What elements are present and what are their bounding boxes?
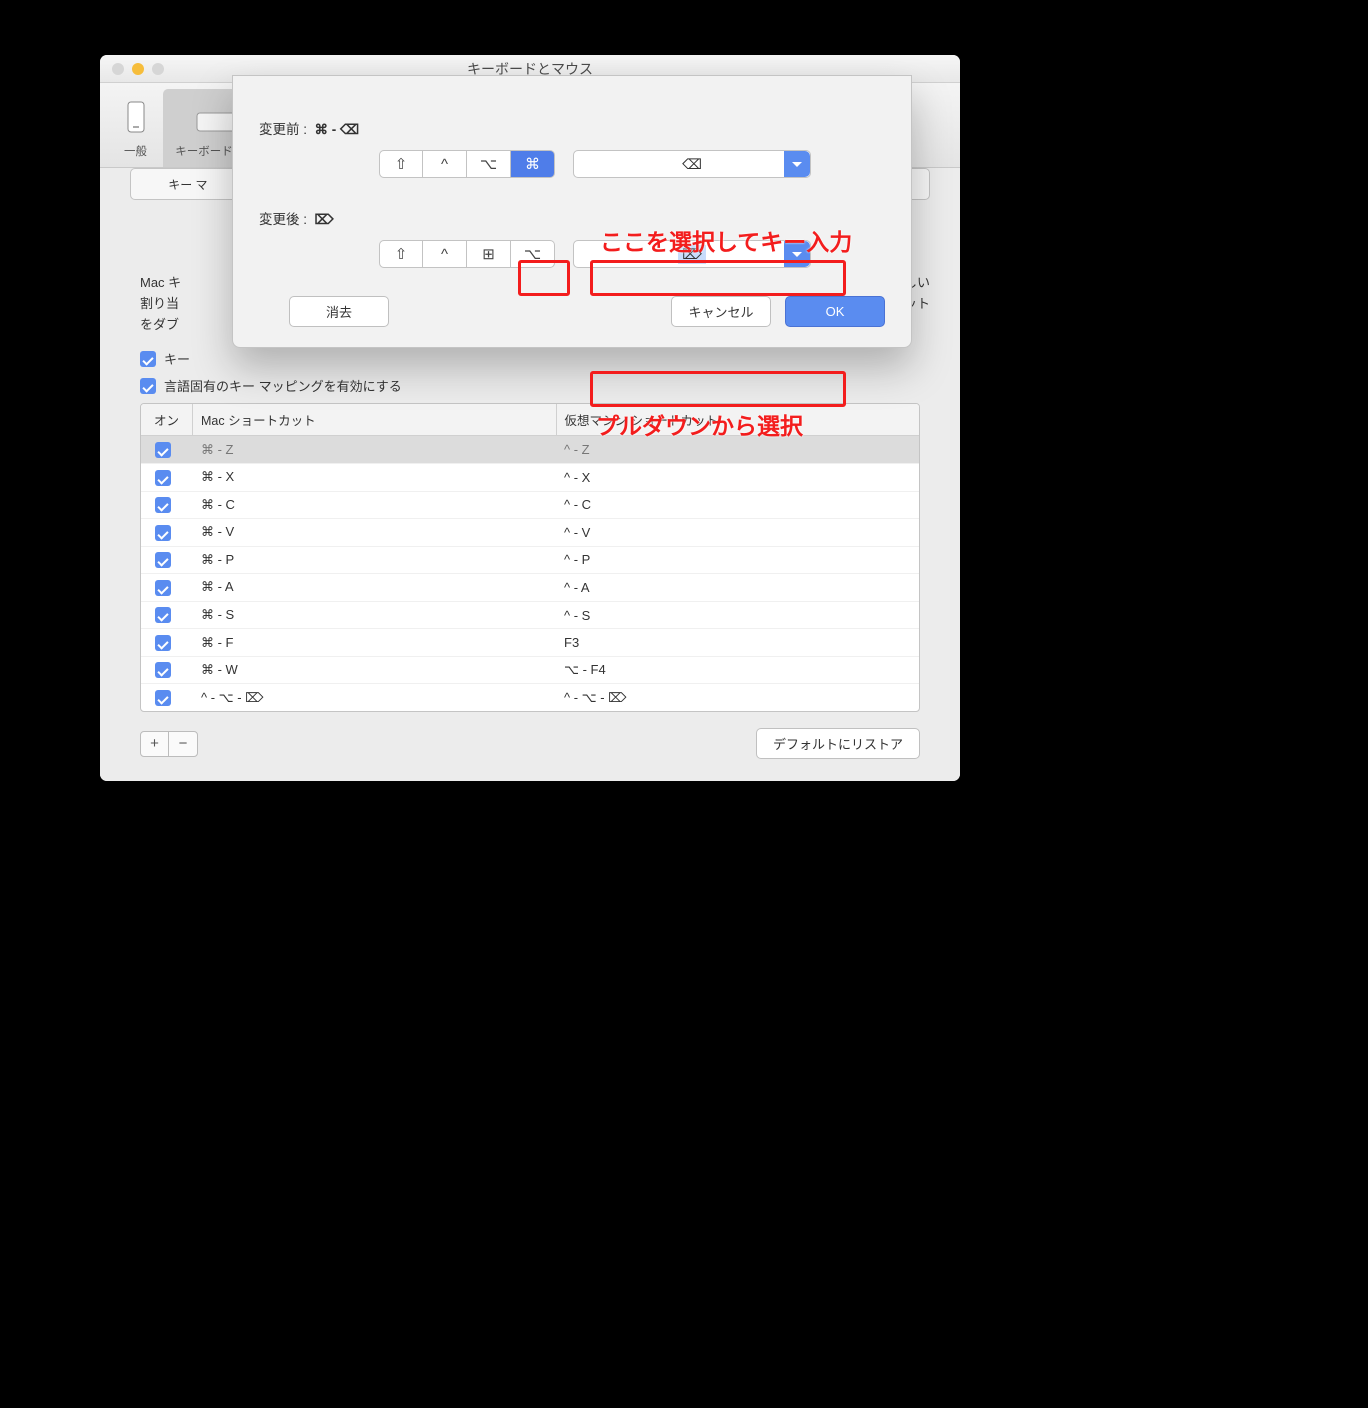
- row-mac: ⌘ - W: [193, 662, 556, 678]
- table-row[interactable]: ⌘ - X^ - X: [141, 464, 919, 492]
- mod-shift[interactable]: ⇧: [379, 150, 423, 178]
- check-row-1[interactable]: キー: [140, 349, 930, 368]
- row-mac: ⌘ - V: [193, 524, 556, 540]
- table-row[interactable]: ⌘ - C^ - C: [141, 492, 919, 520]
- row-vm: ^ - ⌥ - ⌦: [556, 690, 919, 706]
- row-vm: ^ - S: [556, 608, 919, 623]
- chevron-down-icon[interactable]: [784, 151, 810, 177]
- mod-opt[interactable]: ⌥: [511, 240, 555, 268]
- row-checkbox[interactable]: [141, 497, 193, 514]
- after-modifier-row: ⇧ ^ ⊞ ⌥ ⌦: [379, 240, 885, 268]
- row-vm: ^ - A: [556, 580, 919, 595]
- row-checkbox[interactable]: [141, 469, 193, 486]
- mod-opt[interactable]: ⌥: [467, 150, 511, 178]
- remove-button[interactable]: −: [169, 732, 197, 756]
- clear-button[interactable]: 消去: [289, 296, 389, 327]
- after-label: 変更後 : ⌦: [259, 208, 885, 228]
- row-checkbox[interactable]: [141, 607, 193, 624]
- tab-seg-left[interactable]: キー マ: [131, 169, 246, 199]
- row-mac: ^ - ⌥ - ⌦: [193, 690, 556, 706]
- col-vm[interactable]: 仮想マシン ショートカット: [557, 404, 920, 435]
- row-checkbox[interactable]: [141, 441, 193, 458]
- row-vm: ⌥ - F4: [556, 662, 919, 678]
- table-row[interactable]: ⌘ - V^ - V: [141, 519, 919, 547]
- row-checkbox[interactable]: [141, 552, 193, 569]
- checkbox-icon[interactable]: [140, 351, 156, 367]
- table-row[interactable]: ⌘ - FF3: [141, 629, 919, 657]
- check-row-2[interactable]: 言語固有のキー マッピングを有効にする: [140, 376, 930, 395]
- mod-shift[interactable]: ⇧: [379, 240, 423, 268]
- row-vm: ^ - Z: [556, 442, 919, 457]
- mod-win[interactable]: ⊞: [467, 240, 511, 268]
- row-vm: F3: [556, 635, 919, 650]
- shortcut-table: オン Mac ショートカット 仮想マシン ショートカット ⌘ - Z^ - Z⌘…: [140, 403, 920, 712]
- row-mac: ⌘ - P: [193, 552, 556, 568]
- row-checkbox[interactable]: [141, 634, 193, 651]
- check-label: 言語固有のキー マッピングを有効にする: [164, 376, 402, 395]
- combo-value: ⌫: [682, 156, 702, 173]
- general-icon: [112, 95, 159, 139]
- table-row[interactable]: ⌘ - P^ - P: [141, 547, 919, 575]
- table-row[interactable]: ⌘ - A^ - A: [141, 574, 919, 602]
- sheet-buttons: 消去 キャンセル OK: [259, 296, 885, 327]
- row-mac: ⌘ - C: [193, 497, 556, 513]
- col-mac[interactable]: Mac ショートカット: [193, 404, 557, 435]
- tab-general[interactable]: 一般: [108, 89, 163, 167]
- row-checkbox[interactable]: [141, 579, 193, 596]
- row-vm: ^ - V: [556, 525, 919, 540]
- mod-ctrl[interactable]: ^: [423, 240, 467, 268]
- add-button[interactable]: +: [141, 732, 169, 756]
- after-key-combo[interactable]: ⌦: [573, 240, 811, 268]
- table-row[interactable]: ⌘ - W⌥ - F4: [141, 657, 919, 685]
- mod-cmd[interactable]: ⌘: [511, 150, 555, 178]
- col-on[interactable]: オン: [141, 404, 193, 435]
- combo-value: ⌦: [678, 245, 706, 264]
- row-vm: ^ - C: [556, 497, 919, 512]
- table-body: ⌘ - Z^ - Z⌘ - X^ - X⌘ - C^ - C⌘ - V^ - V…: [141, 436, 919, 711]
- table-header: オン Mac ショートカット 仮想マシン ショートカット: [141, 404, 919, 436]
- chevron-down-icon[interactable]: [784, 241, 810, 267]
- row-vm: ^ - P: [556, 552, 919, 567]
- tab-label: 一般: [124, 146, 147, 158]
- row-mac: ⌘ - Z: [193, 442, 556, 458]
- before-label: 変更前 : ⌘ - ⌫: [259, 118, 885, 138]
- table-row[interactable]: ^ - ⌥ - ⌦^ - ⌥ - ⌦: [141, 684, 919, 711]
- add-remove-group: + −: [140, 731, 198, 757]
- before-key-combo[interactable]: ⌫: [573, 150, 811, 178]
- cancel-button[interactable]: キャンセル: [671, 296, 771, 327]
- row-checkbox[interactable]: [141, 524, 193, 541]
- row-mac: ⌘ - A: [193, 579, 556, 595]
- row-vm: ^ - X: [556, 470, 919, 485]
- row-checkbox[interactable]: [141, 662, 193, 679]
- check-label: キー: [164, 349, 190, 368]
- row-checkbox[interactable]: [141, 689, 193, 706]
- restore-defaults-button[interactable]: デフォルトにリストア: [756, 728, 920, 759]
- row-mac: ⌘ - S: [193, 607, 556, 623]
- ok-button[interactable]: OK: [785, 296, 885, 327]
- before-modifier-row: ⇧ ^ ⌥ ⌘ ⌫: [379, 150, 885, 178]
- bottom-bar: + − デフォルトにリストア: [140, 728, 920, 759]
- preferences-window: キーボードとマウス 一般 キーボードとマウス ディスプレイ デフォルト: [100, 55, 960, 781]
- edit-mapping-sheet: 変更前 : ⌘ - ⌫ ⇧ ^ ⌥ ⌘ ⌫ 変更後 : ⌦ ⇧ ^ ⊞ ⌥ ⌦: [232, 75, 912, 348]
- checkbox-icon[interactable]: [140, 378, 156, 394]
- table-row[interactable]: ⌘ - S^ - S: [141, 602, 919, 630]
- table-row[interactable]: ⌘ - Z^ - Z: [141, 436, 919, 464]
- row-mac: ⌘ - X: [193, 469, 556, 485]
- mod-ctrl[interactable]: ^: [423, 150, 467, 178]
- row-mac: ⌘ - F: [193, 635, 556, 651]
